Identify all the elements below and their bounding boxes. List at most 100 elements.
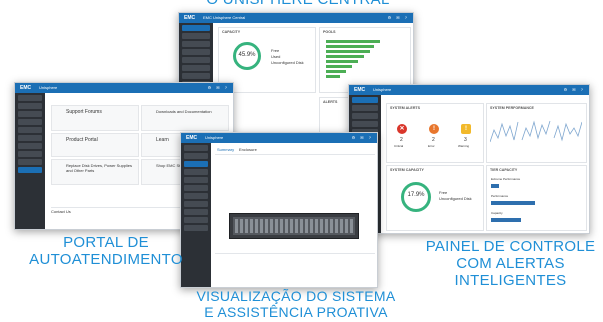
emc-logo: EMC	[20, 85, 32, 91]
legend-used: Used	[271, 54, 281, 59]
system-alerts-panel: SYSTEM ALERTS ✕ ! ! 2 2 3 Critical Error…	[386, 103, 484, 163]
sidebar-item[interactable]	[184, 169, 208, 175]
topbar-icons[interactable]: ⚙ ✉ ?	[388, 13, 409, 23]
critical-label: Critical	[394, 144, 404, 148]
sidebar-item[interactable]	[184, 161, 208, 167]
sidebar-item[interactable]	[182, 41, 210, 47]
sidebar-item[interactable]	[184, 177, 208, 183]
sidebar-item[interactable]	[18, 167, 42, 173]
pools-title: POOLS	[323, 30, 336, 34]
storage-enclosure-image[interactable]	[229, 213, 359, 239]
sidebar-item[interactable]	[182, 73, 210, 79]
downloads-card[interactable]: Downloads and Documentation	[141, 105, 229, 131]
pool-bar	[326, 75, 340, 78]
dashboard-topbar: EMC Unisphere ⚙ ✉ ?	[349, 85, 589, 95]
pool-bar	[326, 60, 358, 63]
downloads-title: Downloads and Documentation	[156, 109, 212, 114]
support-forums-card[interactable]: Support Forums	[51, 105, 139, 131]
support-forums-title: Support Forums	[66, 109, 102, 115]
portal-topbar: EMC Unisphere ⚙ ✉ ?	[15, 83, 233, 93]
pool-bar	[326, 45, 374, 48]
tab-divider	[215, 154, 375, 155]
sidebar-item[interactable]	[18, 159, 42, 165]
legend-free: Free	[439, 190, 448, 195]
caption-left: PORTAL DE AUTOATENDIMENTO	[18, 234, 194, 268]
tab-enclosure[interactable]: Enclosure	[239, 147, 257, 152]
alerts-title: ALERTS	[323, 100, 338, 104]
topbar-icons[interactable]: ⚙ ✉ ?	[352, 133, 373, 143]
sidebar-item[interactable]	[18, 143, 42, 149]
sidebar-item[interactable]	[352, 97, 378, 103]
emc-logo: EMC	[184, 15, 196, 21]
caption-right-line1: PAINEL DE CONTROLE	[425, 238, 596, 255]
pool-bar	[326, 50, 370, 53]
critical-icon[interactable]: ✕	[397, 124, 407, 134]
disk-drive-slots	[233, 217, 355, 235]
pool-bar	[326, 40, 380, 43]
sidebar-item[interactable]	[18, 135, 42, 141]
system-capacity-value: 17.9	[407, 192, 420, 199]
sidebar-item[interactable]	[18, 95, 42, 101]
product-portal-card[interactable]: Product Portal	[51, 133, 139, 157]
warning-label: Warning	[458, 144, 470, 148]
caption-right: PAINEL DE CONTROLE COM ALERTAS INTELIGEN…	[418, 238, 603, 289]
performance-sparklines	[490, 120, 582, 143]
sidebar-item[interactable]	[184, 193, 208, 199]
system-performance-panel: SYSTEM PERFORMANCE	[486, 103, 587, 163]
pool-bar	[326, 70, 346, 73]
sidebar-item[interactable]	[18, 119, 42, 125]
system-performance-title: SYSTEM PERFORMANCE	[490, 106, 534, 110]
sidebar-item[interactable]	[184, 153, 208, 159]
topbar-icons[interactable]: ⚙ ✉ ?	[208, 83, 229, 93]
replace-parts-card[interactable]: Replace Disk Drives, Power Supplies and …	[51, 159, 139, 185]
caption-top: O UNISPHERE CENTRAL	[168, 0, 428, 8]
tier-label: Performance	[491, 194, 509, 198]
system-capacity-unit: %	[419, 192, 425, 199]
sidebar-item[interactable]	[18, 111, 42, 117]
tab-summary[interactable]: Summary	[217, 147, 234, 152]
sidebar-item[interactable]	[18, 103, 42, 109]
error-count: 2	[432, 137, 435, 143]
sidebar-item[interactable]	[18, 127, 42, 133]
sidebar-item[interactable]	[182, 65, 210, 71]
caption-bottom-line1: VISUALIZAÇÃO DO SISTEMA	[196, 288, 396, 304]
sidebar-item[interactable]	[182, 33, 210, 39]
sidebar-item[interactable]	[352, 113, 378, 119]
emc-logo: EMC	[354, 87, 366, 93]
sidebar-item[interactable]	[184, 145, 208, 151]
learn-title: Learn	[156, 137, 169, 143]
caption-right-line3: INTELIGENTES	[454, 272, 567, 289]
sidebar-item[interactable]	[182, 57, 210, 63]
caption-right-line2: COM ALERTAS	[456, 255, 565, 272]
sidebar-item[interactable]	[184, 225, 208, 231]
error-label: Error	[428, 144, 435, 148]
legend-unconfigured: Unconfigured Disk	[271, 60, 304, 65]
warning-icon[interactable]: !	[461, 124, 471, 134]
sidebar-item[interactable]	[352, 121, 378, 127]
product-portal-title: Product Portal	[66, 137, 98, 143]
legend-unconfigured: Unconfigured Disk	[439, 196, 472, 201]
central-product-title: EMC Unisphere Central	[203, 15, 246, 20]
capacity-title: CAPACITY	[222, 30, 241, 34]
replace-parts-title: Replace Disk Drives, Power Supplies and …	[66, 163, 133, 173]
tier-bar	[491, 184, 499, 188]
tier-capacity-panel: TIER CAPACITY Extreme Performance Perfor…	[486, 165, 587, 231]
system-view-screenshot: EMC Unisphere ⚙ ✉ ? Summary Enclosure	[180, 132, 378, 288]
sidebar-item[interactable]	[184, 217, 208, 223]
system-capacity-panel: SYSTEM CAPACITY 17.9% Free Unconfigured …	[386, 165, 484, 231]
sidebar-item[interactable]	[352, 105, 378, 111]
sidebar-item[interactable]	[184, 201, 208, 207]
capacity-ring: 45.9%	[233, 42, 261, 70]
error-icon[interactable]: !	[429, 124, 439, 134]
tier-bar	[491, 218, 521, 222]
caption-bottom: VISUALIZAÇÃO DO SISTEMA E ASSISTÊNCIA PR…	[176, 288, 416, 320]
sidebar-item[interactable]	[182, 25, 210, 31]
system-alerts-title: SYSTEM ALERTS	[390, 106, 421, 110]
sidebar-item[interactable]	[184, 185, 208, 191]
sidebar-item[interactable]	[184, 209, 208, 215]
emc-logo: EMC	[186, 135, 198, 141]
warning-count: 3	[464, 137, 467, 143]
topbar-icons[interactable]: ⚙ ✉ ?	[564, 85, 585, 95]
sidebar-item[interactable]	[182, 49, 210, 55]
sidebar-item[interactable]	[18, 151, 42, 157]
